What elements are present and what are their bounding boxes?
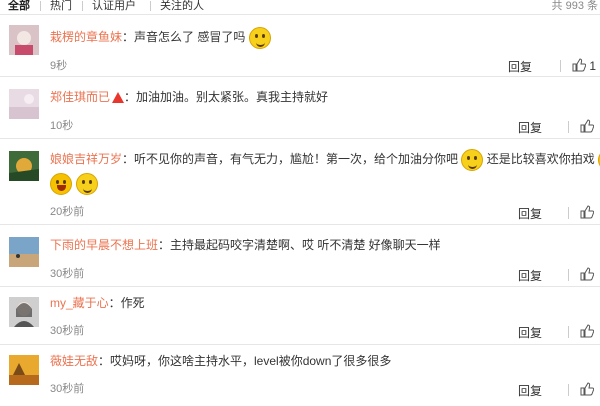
comment-time: 30秒前 — [50, 383, 85, 395]
comment-time: 10秒 — [50, 120, 74, 132]
reply-button[interactable]: 回复 — [518, 205, 542, 222]
comment-body: ：作死 — [108, 296, 145, 310]
smiling-face-emoji-icon — [76, 173, 99, 195]
like-count: 1 — [589, 59, 597, 73]
comment-time: 30秒前 — [50, 268, 85, 280]
action-divider — [568, 121, 569, 133]
reply-button[interactable]: 回复 — [518, 267, 542, 284]
comment-body: ：听不见你的声音，有气无力，尴尬！第一次，给个加油分你吧 — [122, 152, 459, 167]
like-button[interactable] — [580, 205, 594, 220]
comment-item: 娘娘吉祥万岁：听不见你的声音，有气无力，尴尬！第一次，给个加油分你吧 还是比较喜… — [0, 138, 600, 225]
comment-username[interactable]: 郑佳琪而已 — [50, 90, 110, 104]
comment-text: 郑佳琪而已 ：加油加油。别太紧张。真我主持就好 — [50, 87, 592, 107]
thumbs-up-icon — [580, 382, 594, 396]
comment-time: 9秒 — [50, 60, 68, 72]
laughing-face-emoji-icon — [50, 173, 72, 195]
reply-button[interactable]: 回复 — [508, 58, 532, 75]
surprised-face-emoji-icon — [248, 27, 271, 49]
tab-all[interactable]: 全部 — [8, 0, 30, 12]
tab-divider — [40, 1, 41, 11]
comment-item: 栽楞的章鱼妹：声音怎么了 感冒了吗 9秒 回复 1 — [0, 14, 600, 77]
comment-text: 薇娃无敌：哎妈呀，你这啥主持水平，level被你down了很多很多 — [50, 351, 592, 371]
comment-item: my_藏于心：作死 30秒前 回复 — [0, 286, 600, 345]
vip-badge-icon — [112, 92, 125, 104]
tab-hot[interactable]: 热门 — [50, 0, 72, 12]
tab-verified-users[interactable]: 认证用户 — [92, 0, 136, 12]
action-divider — [568, 269, 569, 281]
comment-item: 下雨的早晨不想上班：主持最起码咬字清楚啊、哎 听不清楚 好像聊天一样 30秒前 … — [0, 224, 600, 287]
avatar[interactable] — [9, 25, 39, 55]
comment-body: ：哎妈呀，你这啥主持水平，level被你down了很多很多 — [98, 354, 392, 368]
comment-username[interactable]: 栽楞的章鱼妹 — [50, 30, 122, 44]
tab-following[interactable]: 关注的人 — [160, 0, 204, 12]
like-button[interactable] — [580, 324, 594, 339]
like-button[interactable] — [580, 119, 594, 134]
thumbs-up-icon — [580, 324, 594, 338]
reply-button[interactable]: 回复 — [518, 382, 542, 399]
action-divider — [568, 207, 569, 219]
avatar[interactable] — [9, 89, 39, 119]
action-divider — [560, 60, 561, 72]
action-divider — [568, 384, 569, 396]
comment-text: 栽楞的章鱼妹：声音怎么了 感冒了吗 — [50, 27, 592, 49]
avatar[interactable] — [9, 151, 39, 181]
tab-divider — [150, 1, 151, 11]
thumbs-up-icon — [580, 267, 594, 281]
avatar[interactable] — [9, 355, 39, 385]
comment-text: 娘娘吉祥万岁：听不见你的声音，有气无力，尴尬！第一次，给个加油分你吧 还是比较喜… — [50, 149, 600, 171]
reply-button[interactable]: 回复 — [518, 324, 542, 341]
comment-body: ：加油加油。别太紧张。真我主持就好 — [124, 90, 329, 104]
comment-time: 20秒前 — [50, 206, 85, 218]
comment-body: ：声音怎么了 感冒了吗 — [122, 30, 246, 45]
comment-item: 郑佳琪而已 ：加油加油。别太紧张。真我主持就好 10秒 回复 — [0, 76, 600, 139]
comment-username[interactable]: 娘娘吉祥万岁 — [50, 152, 122, 166]
emoji-line — [50, 173, 99, 195]
comment-text: my_藏于心：作死 — [50, 293, 592, 313]
action-divider — [568, 326, 569, 338]
comment-item: 薇娃无敌：哎妈呀，你这啥主持水平，level被你down了很多很多 30秒前 回… — [0, 344, 600, 406]
avatar[interactable] — [9, 237, 39, 267]
reply-button[interactable]: 回复 — [518, 119, 542, 136]
comment-username[interactable]: 薇娃无敌 — [50, 354, 98, 368]
comment-username[interactable]: my_藏于心 — [50, 296, 109, 310]
comment-body: ：主持最起码咬字清楚啊、哎 听不清楚 好像聊天一样 — [158, 238, 441, 252]
thumbs-up-icon — [572, 58, 586, 72]
like-button[interactable]: 1 — [572, 58, 596, 73]
avatar[interactable] — [9, 297, 39, 327]
comment-time: 30秒前 — [50, 325, 85, 337]
comment-text: 下雨的早晨不想上班：主持最起码咬字清楚啊、哎 听不清楚 好像聊天一样 — [50, 235, 592, 255]
like-button[interactable] — [580, 382, 594, 397]
comment-filter-tabs: 全部 热门 认证用户 关注的人 共 993 条 — [0, 0, 600, 14]
comment-body-continued: 还是比较喜欢你拍戏 — [486, 152, 595, 167]
relieved-face-emoji-icon — [461, 149, 484, 171]
tab-divider — [82, 1, 83, 11]
thumbs-up-icon — [580, 119, 594, 133]
like-button[interactable] — [580, 267, 594, 282]
comment-username[interactable]: 下雨的早晨不想上班 — [50, 238, 158, 252]
thumbs-up-icon — [580, 205, 594, 219]
comment-total-count: 共 993 条 — [551, 0, 598, 12]
